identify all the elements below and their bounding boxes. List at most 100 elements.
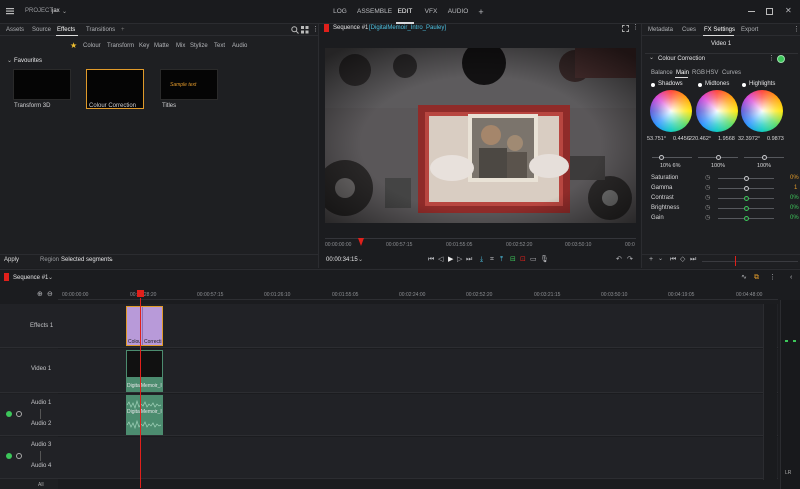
param-slider-knob[interactable] bbox=[744, 186, 749, 191]
param-slider-knob[interactable] bbox=[744, 196, 749, 201]
region-select[interactable]: Selected segments bbox=[61, 257, 112, 263]
add-tab-button[interactable]: + bbox=[121, 24, 125, 36]
category-text[interactable]: Text bbox=[214, 43, 225, 49]
param-slider-knob[interactable] bbox=[744, 216, 749, 221]
replace-icon[interactable]: ⊡ bbox=[520, 256, 526, 263]
audio-1-2-solo-toggle[interactable] bbox=[16, 411, 22, 417]
chevron-down-icon[interactable]: ⌄ bbox=[48, 274, 53, 281]
viewer-playhead[interactable] bbox=[358, 238, 364, 246]
apply-button[interactable]: Apply bbox=[4, 256, 24, 266]
chevron-down-icon[interactable]: ⌄ bbox=[358, 256, 363, 263]
toggle-keyframe-icon[interactable]: ◇ bbox=[680, 256, 685, 263]
tab-cues[interactable]: Cues bbox=[682, 24, 696, 36]
video-frame[interactable] bbox=[325, 48, 636, 223]
close-icon[interactable]: ✕ bbox=[785, 7, 792, 15]
search-icon[interactable] bbox=[291, 26, 299, 36]
param-slider-knob[interactable] bbox=[744, 206, 749, 211]
insert-icon[interactable]: ⤒ bbox=[500, 256, 503, 263]
category-key[interactable]: Key bbox=[139, 43, 149, 49]
effect-clip[interactable]: Colou Correcti bbox=[126, 306, 163, 346]
more-options-icon[interactable]: ⋮ bbox=[769, 274, 776, 281]
more-options-icon[interactable]: ⋮ bbox=[632, 24, 639, 31]
step-forward-icon[interactable]: ▷ bbox=[457, 256, 462, 263]
audio-3-4-solo-toggle[interactable] bbox=[16, 453, 22, 459]
shadows-color-wheel[interactable] bbox=[650, 90, 692, 132]
tab-audio[interactable]: AUDIO bbox=[447, 0, 469, 24]
midtones-slider-knob[interactable] bbox=[716, 155, 721, 160]
tab-export[interactable]: Export bbox=[741, 24, 758, 36]
subtab-curves[interactable]: Curves bbox=[722, 70, 741, 76]
midtones-amount-value[interactable]: 1.9568 bbox=[718, 136, 735, 142]
mark-out-icon[interactable]: ⌗ bbox=[490, 256, 494, 263]
category-matte[interactable]: Matte bbox=[154, 43, 169, 49]
chevron-down-icon[interactable]: ⌄ bbox=[658, 256, 663, 262]
go-to-end-icon[interactable]: ⏭ bbox=[466, 256, 472, 263]
category-transform[interactable]: Transform bbox=[107, 43, 134, 49]
shadows-hue-value[interactable]: 53.751° bbox=[647, 136, 666, 142]
category-mix[interactable]: Mix bbox=[176, 43, 185, 49]
overwrite-icon[interactable]: ⊟ bbox=[510, 256, 516, 263]
reset-icon[interactable]: ◷ bbox=[705, 214, 710, 221]
category-colour[interactable]: Colour bbox=[83, 43, 101, 49]
highlights-amount-value[interactable]: 0.9873 bbox=[767, 136, 784, 142]
timeline-playhead[interactable] bbox=[140, 298, 141, 488]
waveform-icon[interactable]: ∿ bbox=[741, 274, 747, 281]
step-back-icon[interactable]: ◁ bbox=[438, 256, 443, 263]
undo-icon[interactable]: ↶ bbox=[616, 256, 622, 263]
grid-view-icon[interactable] bbox=[301, 26, 309, 36]
microphone-icon[interactable]: 🎙 bbox=[540, 256, 549, 263]
reset-icon[interactable]: ◷ bbox=[705, 204, 710, 211]
chevron-down-icon[interactable]: ⌄ bbox=[649, 54, 654, 61]
zoom-out-icon[interactable]: ⊖ bbox=[47, 291, 53, 298]
chevron-down-icon[interactable]: ⌄ bbox=[62, 8, 67, 15]
param-value[interactable]: 1 bbox=[794, 185, 797, 191]
category-audio[interactable]: Audio bbox=[232, 43, 247, 49]
audio-3-4-active-indicator[interactable] bbox=[6, 453, 12, 459]
minimize-icon[interactable] bbox=[748, 11, 755, 12]
shadows-slider[interactable] bbox=[652, 157, 692, 158]
more-options-icon[interactable]: ⋮ bbox=[312, 26, 319, 33]
midtones-color-wheel[interactable] bbox=[696, 90, 738, 132]
param-slider-knob[interactable] bbox=[744, 176, 749, 181]
play-icon[interactable]: ▶ bbox=[448, 256, 453, 263]
next-keyframe-icon[interactable]: ⏭ bbox=[690, 256, 696, 263]
shadows-amount-value[interactable]: 0.4456 bbox=[673, 136, 690, 142]
project-name[interactable]: jax bbox=[52, 8, 60, 14]
star-icon[interactable]: ★ bbox=[70, 41, 77, 50]
maximize-icon[interactable] bbox=[766, 8, 773, 15]
collapse-panel-icon[interactable]: ‹ bbox=[790, 274, 792, 281]
fullscreen-icon[interactable] bbox=[622, 25, 629, 32]
audio-clip[interactable]: DigitalMemoir_In bbox=[126, 395, 163, 435]
param-value[interactable]: 0% bbox=[790, 195, 799, 201]
reset-icon[interactable]: ◷ bbox=[705, 184, 710, 191]
param-value[interactable]: 0% bbox=[790, 175, 799, 181]
more-options-icon[interactable]: ⋮ bbox=[793, 26, 800, 33]
snapping-icon[interactable]: ⧉ bbox=[754, 274, 759, 281]
timeline-scrollbar[interactable] bbox=[763, 304, 777, 480]
timeline-playhead-handle[interactable] bbox=[137, 290, 144, 297]
reset-icon[interactable]: ◷ bbox=[705, 194, 710, 201]
redo-icon[interactable]: ↷ bbox=[627, 256, 633, 263]
subtab-hsv[interactable]: HSV bbox=[706, 70, 718, 76]
effect-thumb-transform-3d[interactable] bbox=[13, 69, 71, 100]
reset-icon[interactable]: ◷ bbox=[705, 174, 710, 181]
highlights-color-wheel[interactable] bbox=[741, 90, 783, 132]
param-value[interactable]: 0% bbox=[790, 205, 799, 211]
menu-icon[interactable] bbox=[6, 7, 14, 15]
chevron-down-icon[interactable]: ⌄ bbox=[109, 256, 114, 263]
mark-in-icon[interactable]: ⤓ bbox=[480, 256, 483, 263]
zoom-in-icon[interactable]: ⊕ bbox=[37, 291, 43, 298]
tab-assemble[interactable]: ASSEMBLE bbox=[357, 0, 392, 24]
add-workspace-button[interactable]: + bbox=[476, 0, 486, 24]
video-clip[interactable]: DigitalMemoir_In bbox=[126, 350, 163, 392]
keyframe-track[interactable] bbox=[702, 261, 798, 262]
audio-output-icon[interactable]: ▭ bbox=[530, 256, 537, 263]
tab-source[interactable]: Source bbox=[32, 24, 51, 36]
tab-metadata[interactable]: Metadata bbox=[648, 24, 673, 36]
add-keyframe-icon[interactable]: + bbox=[649, 256, 653, 263]
highlights-slider-knob[interactable] bbox=[762, 155, 767, 160]
subtab-rgb[interactable]: RGB bbox=[692, 70, 705, 76]
go-to-start-icon[interactable]: ⏮ bbox=[428, 256, 434, 263]
subtab-main[interactable]: Main bbox=[676, 70, 689, 76]
tab-edit[interactable]: EDIT bbox=[396, 0, 414, 24]
